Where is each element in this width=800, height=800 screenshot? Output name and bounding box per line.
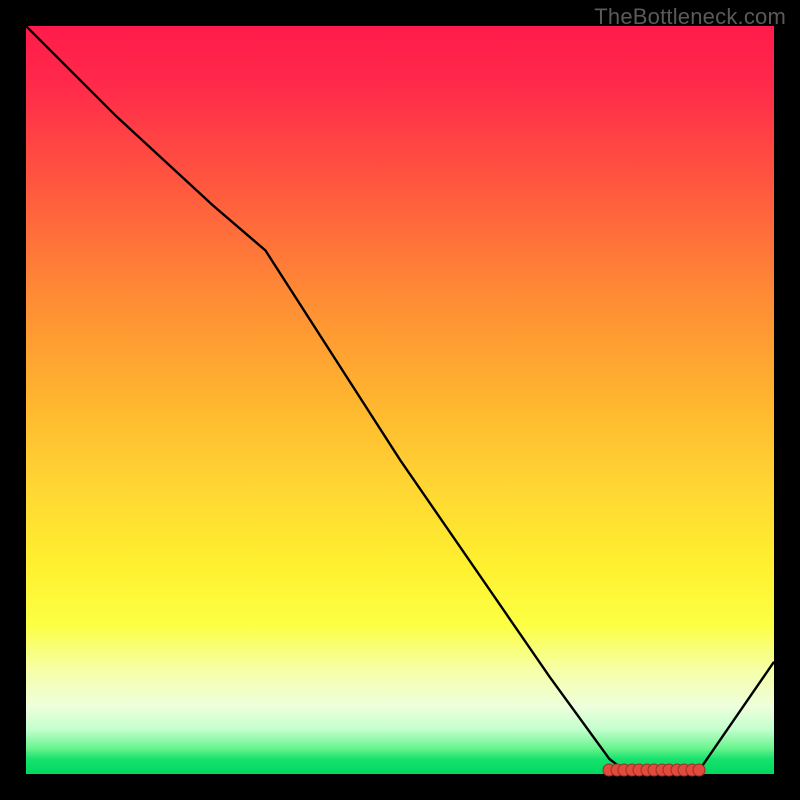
chart-frame: TheBottleneck.com [0, 0, 800, 800]
watermark-text: TheBottleneck.com [594, 4, 786, 30]
bottleneck-curve [26, 26, 774, 770]
marker-dot [693, 764, 706, 777]
curve-svg [26, 26, 774, 774]
plot-area [26, 26, 774, 774]
